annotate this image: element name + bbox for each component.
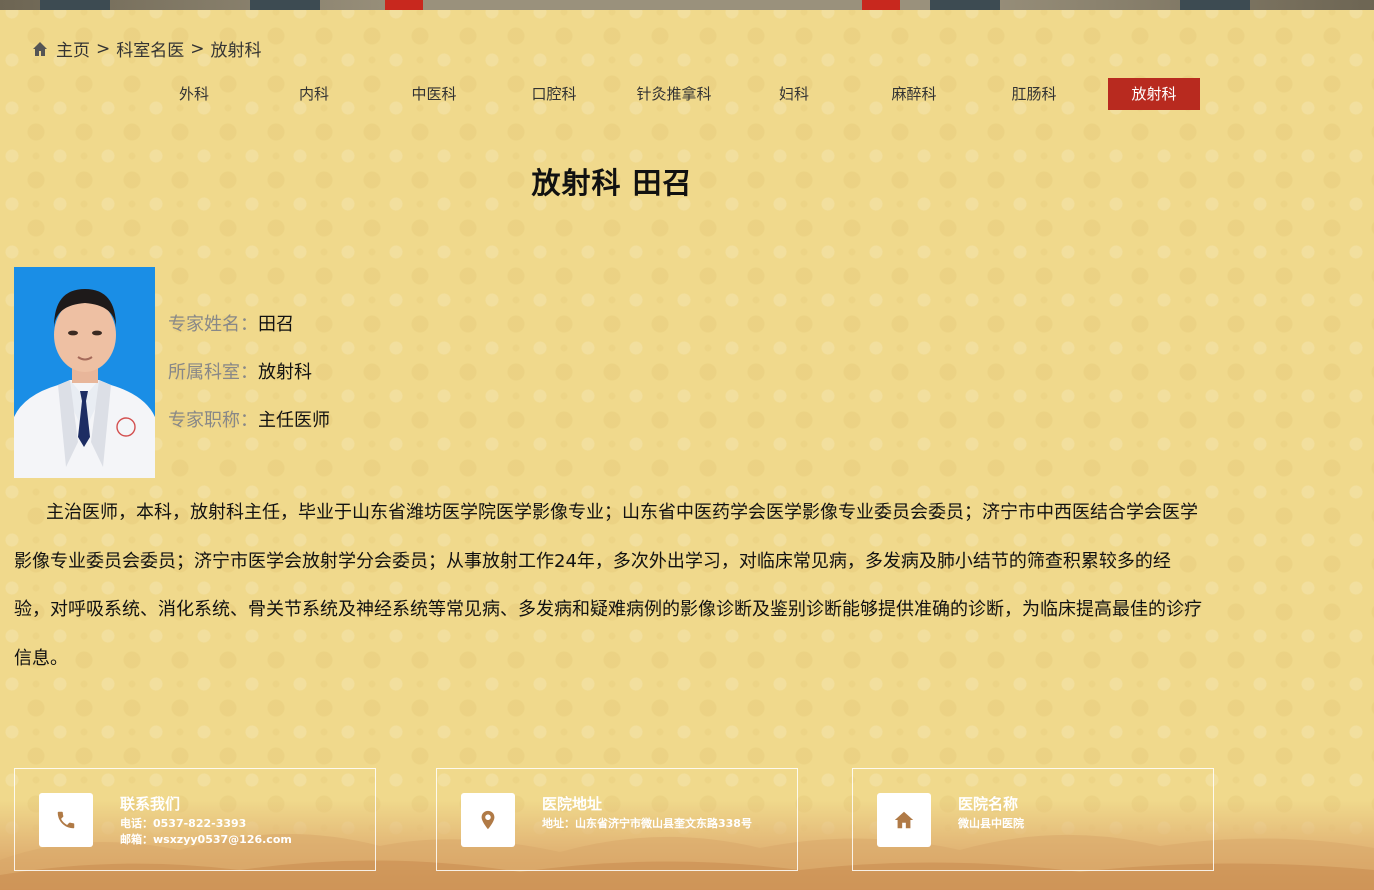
- address-icon-box: [461, 793, 515, 847]
- doctor-portrait-image: [14, 267, 155, 478]
- doctor-bio: 主治医师，本科，放射科主任，毕业于山东省潍坊医学院医学影像专业；山东省中医药学会…: [14, 502, 1202, 669]
- hospital-icon-box: [877, 793, 931, 847]
- location-pin-icon: [481, 810, 495, 830]
- contact-phone: 电话：0537-822-3393: [120, 817, 247, 830]
- contact-icon-box: [39, 793, 93, 847]
- banner-window: [250, 0, 320, 10]
- home-icon: [33, 41, 47, 56]
- breadcrumb-current: 放射科: [210, 41, 262, 61]
- banner-pillar: [862, 0, 900, 10]
- doctor-photo: [14, 267, 155, 478]
- address-line: 地址：山东省济宁市微山县奎文东路338号: [542, 817, 752, 830]
- tab-acupuncture[interactable]: 针灸推拿科: [614, 78, 734, 110]
- hospital-title: 医院名称: [958, 795, 1019, 813]
- tab-dental[interactable]: 口腔科: [494, 78, 614, 110]
- address-title: 医院地址: [542, 795, 603, 813]
- home-icon: [894, 811, 914, 829]
- tab-tcm[interactable]: 中医科: [374, 78, 494, 110]
- title-value: 主任医师: [258, 410, 330, 431]
- hospital-card: 医院名称 微山县中医院: [852, 768, 1214, 871]
- info-row-name: 专家姓名： 田召: [168, 310, 330, 358]
- banner-window: [1180, 0, 1250, 10]
- contact-title: 联系我们: [120, 795, 181, 813]
- hospital-name: 微山县中医院: [958, 817, 1024, 830]
- tab-surgery[interactable]: 外科: [134, 78, 254, 110]
- doctor-info: 专家姓名： 田召 所属科室： 放射科 专家职称： 主任医师: [168, 310, 330, 454]
- tab-proctology[interactable]: 肛肠科: [974, 78, 1094, 110]
- breadcrumb-separator: >: [190, 38, 205, 59]
- title-label: 专家职称：: [168, 410, 258, 431]
- breadcrumb-level2-link[interactable]: 科室名医: [116, 36, 184, 61]
- tab-gynecology[interactable]: 妇科: [734, 78, 854, 110]
- tab-anesthesiology[interactable]: 麻醉科: [854, 78, 974, 110]
- department-label: 所属科室：: [168, 362, 258, 383]
- breadcrumb-separator: >: [96, 38, 111, 59]
- name-label: 专家姓名：: [168, 314, 258, 335]
- contact-email: 邮箱：wsxzyy0537@126.com: [120, 833, 292, 846]
- address-card: 医院地址 地址：山东省济宁市微山县奎文东路338号: [436, 768, 798, 871]
- page-title: 放射科 田召: [531, 166, 693, 200]
- breadcrumb: 主页 > 科室名医 > 放射科: [32, 36, 262, 61]
- department-nav: 外科 内科 中医科 口腔科 针灸推拿科 妇科 麻醉科 肛肠科 放射科: [134, 78, 1214, 110]
- breadcrumb-home-link[interactable]: 主页: [56, 36, 90, 61]
- banner-window: [40, 0, 110, 10]
- header-banner-strip: [0, 0, 1374, 10]
- banner-window: [930, 0, 1000, 10]
- name-value: 田召: [258, 314, 294, 335]
- info-row-department: 所属科室： 放射科: [168, 358, 330, 406]
- tab-internal-medicine[interactable]: 内科: [254, 78, 374, 110]
- info-row-title: 专家职称： 主任医师: [168, 406, 330, 454]
- banner-pillar: [385, 0, 423, 10]
- tab-radiology[interactable]: 放射科: [1094, 78, 1214, 110]
- department-value: 放射科: [258, 362, 312, 383]
- phone-icon: [57, 811, 75, 829]
- contact-card: 联系我们 电话：0537-822-3393 邮箱：wsxzyy0537@126.…: [14, 768, 376, 871]
